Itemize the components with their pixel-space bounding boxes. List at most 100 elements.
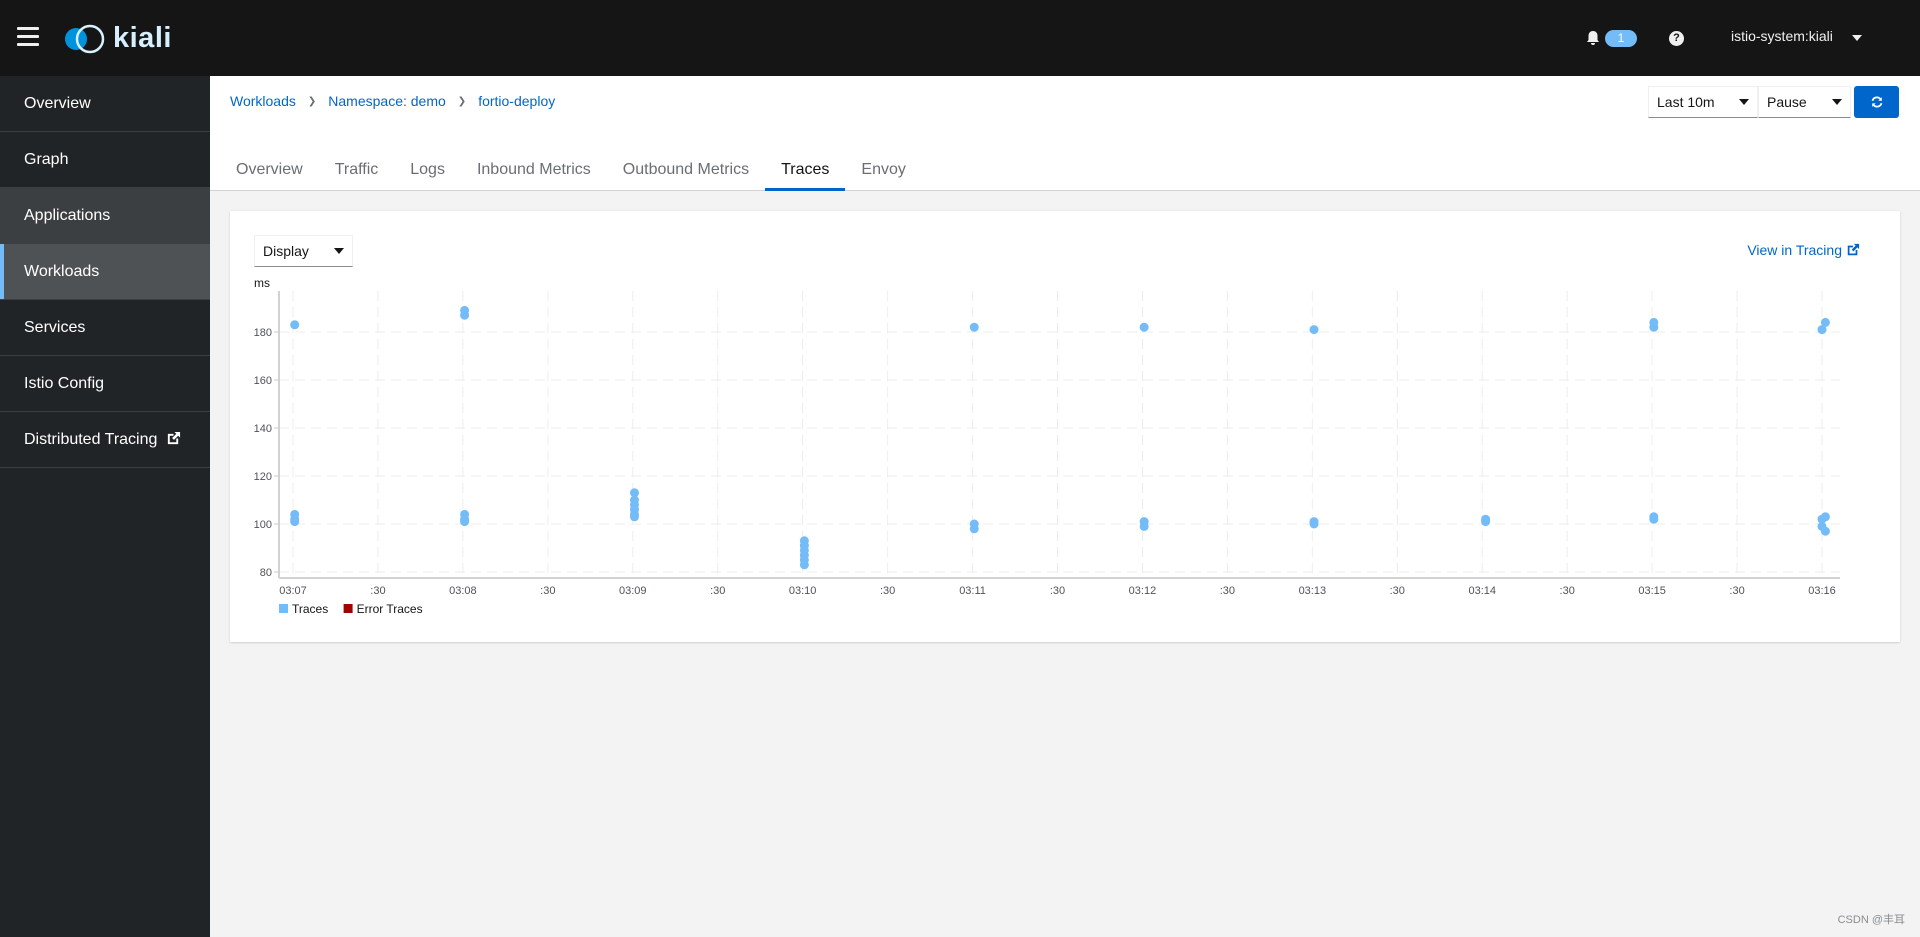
x-tick-label: :30	[880, 585, 895, 597]
help-icon[interactable]: ?	[1669, 31, 1684, 46]
display-select-value: Display	[263, 243, 309, 259]
x-tick-label: 03:07	[279, 585, 307, 597]
x-tick-label: 03:10	[789, 585, 817, 597]
y-tick-label: 140	[254, 423, 272, 435]
sidebar-item-label: Istio Config	[24, 375, 105, 392]
refresh-interval-select[interactable]: Pause	[1758, 86, 1851, 118]
sync-icon	[1871, 96, 1882, 108]
detail-tabs: Overview Traffic Logs Inbound Metrics Ou…	[220, 149, 922, 191]
x-tick-label: 03:14	[1468, 585, 1496, 597]
x-tick-label: :30	[1050, 585, 1065, 597]
sidebar-item-istio-config[interactable]: Istio Config	[0, 356, 210, 412]
legend-label-traces: Traces	[292, 602, 328, 616]
sidebar-item-workloads[interactable]: Workloads	[0, 244, 210, 300]
trace-point[interactable]	[969, 524, 979, 534]
time-range-select[interactable]: Last 10m	[1648, 86, 1758, 118]
sidebar-item-overview[interactable]: Overview	[0, 76, 210, 132]
caret-down-icon	[1739, 99, 1749, 105]
sidebar-item-graph[interactable]: Graph	[0, 132, 210, 188]
trace-point[interactable]	[1820, 526, 1830, 536]
view-in-tracing-link[interactable]: View in Tracing	[1747, 242, 1860, 258]
trace-point[interactable]	[1139, 322, 1149, 332]
trace-point[interactable]	[1820, 317, 1830, 327]
legend-swatch-traces	[279, 604, 288, 613]
breadcrumb-workload[interactable]: fortio-deploy	[478, 93, 555, 109]
chevron-right-icon: ❯	[307, 95, 317, 107]
y-tick-label: 80	[260, 567, 272, 579]
sidebar-item-services[interactable]: Services	[0, 300, 210, 356]
tab-inbound-metrics[interactable]: Inbound Metrics	[461, 149, 607, 191]
x-tick-label: 03:13	[1299, 585, 1327, 597]
sidebar-item-label: Applications	[24, 207, 111, 224]
trace-point[interactable]	[629, 512, 639, 522]
breadcrumb-workloads[interactable]: Workloads	[230, 93, 296, 109]
x-tick-label: :30	[540, 585, 555, 597]
sidebar-item-label: Distributed Tracing	[24, 431, 158, 448]
breadcrumb: Workloads ❯ Namespace: demo ❯ fortio-dep…	[230, 93, 555, 109]
display-select[interactable]: Display	[254, 235, 353, 267]
x-tick-label: 03:08	[449, 585, 477, 597]
trace-point[interactable]	[1139, 521, 1149, 531]
sidebar-item-distributed-tracing[interactable]: Distributed Tracing	[0, 412, 210, 468]
trace-point[interactable]	[290, 320, 300, 330]
traces-card: ms 80 100 120 140 160 180 03:07:30 03:08:30 03:09…	[230, 211, 1900, 642]
sidebar-item-applications[interactable]: Applications	[0, 188, 210, 244]
trace-point[interactable]	[1820, 512, 1830, 522]
hamburger-menu-icon[interactable]	[17, 27, 39, 47]
trace-point[interactable]	[290, 517, 300, 527]
x-tick-label: 03:12	[1129, 585, 1157, 597]
tab-traces[interactable]: Traces	[765, 149, 846, 191]
x-tick-label: 03:16	[1808, 585, 1836, 597]
tab-logs[interactable]: Logs	[394, 149, 461, 191]
y-tick-label: 120	[254, 471, 272, 483]
watermark: CSDN @丰耳	[1837, 914, 1905, 926]
refresh-button[interactable]	[1854, 86, 1899, 118]
kiali-logo-icon	[65, 24, 105, 53]
external-link-icon	[167, 431, 180, 445]
caret-down-icon	[334, 248, 344, 254]
refresh-interval-value: Pause	[1767, 94, 1807, 110]
time-range-value: Last 10m	[1657, 94, 1715, 110]
user-menu[interactable]: istio-system:kiali	[1731, 28, 1833, 44]
sidebar-nav: Overview Graph Applications Workloads Se…	[0, 76, 210, 937]
x-tick-label: 03:11	[959, 585, 986, 597]
x-tick-label: :30	[1220, 585, 1235, 597]
trace-point[interactable]	[1481, 517, 1491, 527]
x-tick-label: 03:15	[1638, 585, 1666, 597]
trace-point[interactable]	[1309, 325, 1319, 335]
trace-point[interactable]	[1649, 322, 1659, 332]
trace-point[interactable]	[1649, 514, 1659, 524]
external-link-icon	[1847, 243, 1860, 256]
sidebar-item-label: Overview	[24, 95, 91, 112]
x-tick-label: 03:09	[619, 585, 647, 597]
caret-down-icon[interactable]	[1852, 35, 1862, 41]
caret-down-icon	[1832, 99, 1842, 105]
tab-outbound-metrics[interactable]: Outbound Metrics	[607, 149, 765, 191]
logo-text: kiali	[113, 22, 172, 54]
trace-point[interactable]	[460, 310, 470, 320]
bell-icon[interactable]	[1586, 31, 1600, 46]
view-in-tracing-label: View in Tracing	[1747, 242, 1842, 258]
x-tick-label: :30	[1560, 585, 1575, 597]
x-tick-label: :30	[710, 585, 725, 597]
trace-point[interactable]	[460, 517, 470, 527]
breadcrumb-namespace[interactable]: Namespace: demo	[328, 93, 446, 109]
trace-point[interactable]	[1309, 519, 1319, 529]
masthead: kiali 1 ? istio-system:kiali	[0, 0, 1920, 76]
trace-point[interactable]	[969, 322, 979, 332]
sidebar-item-label: Graph	[24, 151, 69, 168]
trace-point[interactable]	[799, 560, 809, 570]
kiali-logo[interactable]: kiali	[63, 22, 172, 55]
x-tick-label: :30	[1390, 585, 1405, 597]
legend-label-error-traces: Error Traces	[357, 602, 423, 616]
tab-envoy[interactable]: Envoy	[845, 149, 921, 191]
x-tick-label: :30	[370, 585, 385, 597]
notification-badge[interactable]: 1	[1605, 30, 1637, 47]
legend-swatch-error-traces	[343, 604, 353, 613]
y-tick-label: 100	[254, 519, 272, 531]
y-axis-label: ms	[254, 276, 270, 290]
tab-traffic[interactable]: Traffic	[319, 149, 395, 191]
tab-overview[interactable]: Overview	[220, 149, 319, 191]
x-tick-label: :30	[1729, 585, 1744, 597]
chevron-right-icon: ❯	[457, 95, 467, 107]
